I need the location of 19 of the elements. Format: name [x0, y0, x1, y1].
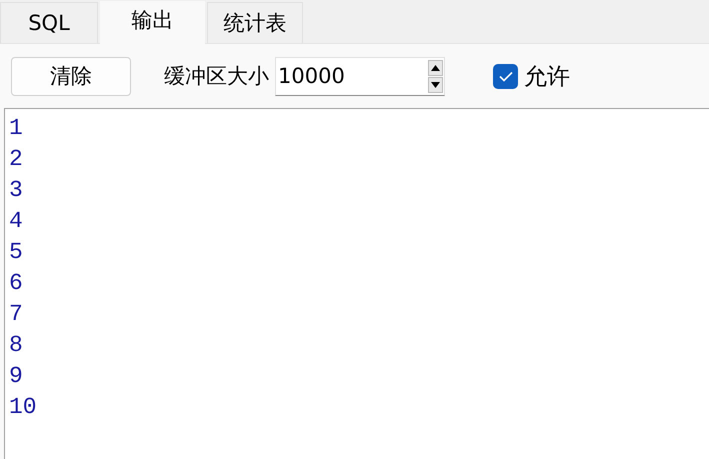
- output-line: 8: [9, 331, 24, 360]
- clear-button[interactable]: 清除: [11, 56, 131, 96]
- tab[interactable]: 统计表: [207, 2, 303, 43]
- buffer-size-spinbox[interactable]: 10000: [275, 56, 445, 96]
- output-line: 9: [9, 362, 24, 391]
- checkmark-icon: [498, 70, 512, 82]
- output-line: 3: [9, 176, 24, 205]
- allow-checkbox[interactable]: [493, 64, 518, 88]
- output-line: 7: [9, 300, 24, 329]
- output-line: 6: [9, 269, 24, 298]
- output-line: 4: [9, 207, 24, 236]
- output-line: 10: [9, 393, 38, 422]
- allow-label: 允许: [524, 62, 570, 92]
- output-line: 5: [9, 238, 24, 267]
- buffer-size-label: 缓冲区大小: [164, 63, 269, 90]
- tab[interactable]: SQL: [0, 2, 98, 43]
- output-line: 1: [9, 114, 24, 143]
- tab[interactable]: 输出: [100, 1, 205, 44]
- output-line: 2: [9, 145, 24, 174]
